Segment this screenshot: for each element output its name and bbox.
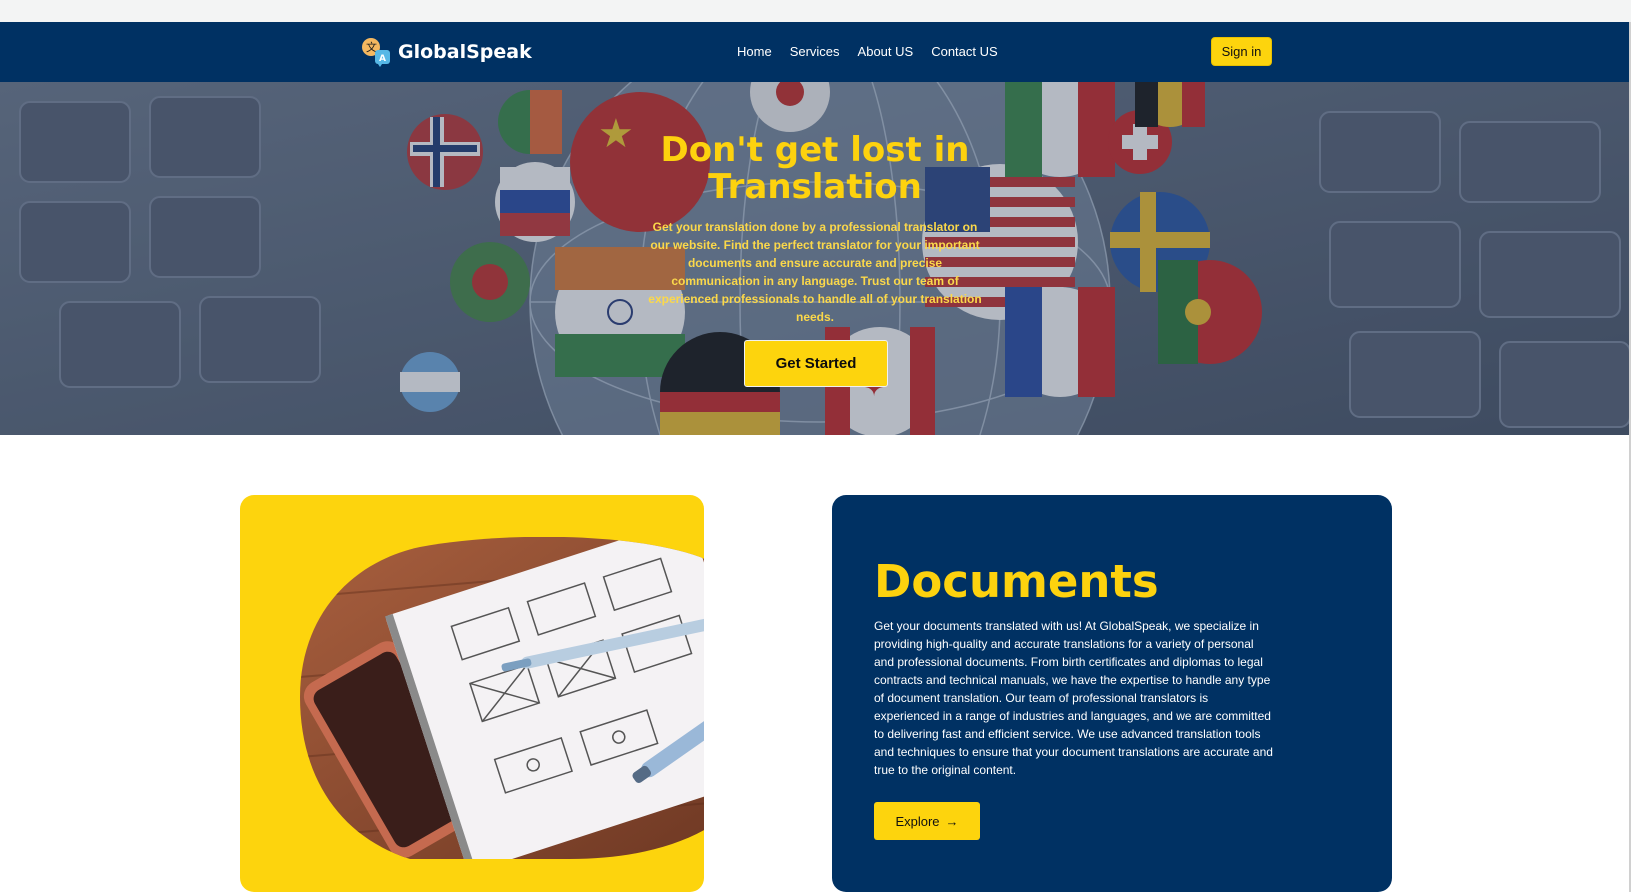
nav-home[interactable]: Home (737, 44, 772, 59)
nav-contact[interactable]: Contact US (931, 44, 997, 59)
explore-label: Explore (895, 813, 940, 829)
hero-title: Don't get lost in Translation (660, 130, 970, 207)
documents-description: Get your documents translated with us! A… (874, 619, 1273, 777)
documents-title: Documents (874, 555, 1159, 608)
signin-button[interactable]: Sign in (1211, 37, 1272, 66)
brand-logo[interactable]: 文 A GlobalSpeak (360, 36, 532, 68)
hero-section: ★ ✦ Don't get lost in Translation Get yo… (0, 82, 1631, 435)
documents-image-card (240, 495, 704, 892)
navbar: 文 A GlobalSpeak Home Services About US C… (0, 22, 1631, 82)
get-started-button[interactable]: Get Started (744, 340, 888, 387)
nav-services[interactable]: Services (790, 44, 840, 59)
browser-top-strip (0, 0, 1631, 22)
brand-name: GlobalSpeak (398, 41, 532, 63)
translate-icon: 文 A (362, 38, 390, 67)
svg-text:A: A (379, 54, 386, 64)
documents-card: Documents Get your documents translated … (832, 495, 1392, 892)
main-nav: Home Services About US Contact US (737, 44, 998, 59)
arrow-right-icon: → (945, 813, 959, 829)
explore-button[interactable]: Explore → (874, 802, 980, 840)
hero-description: Get your translation done by a professio… (648, 220, 982, 324)
nav-about[interactable]: About US (858, 44, 914, 59)
notebook-photo (300, 537, 704, 859)
